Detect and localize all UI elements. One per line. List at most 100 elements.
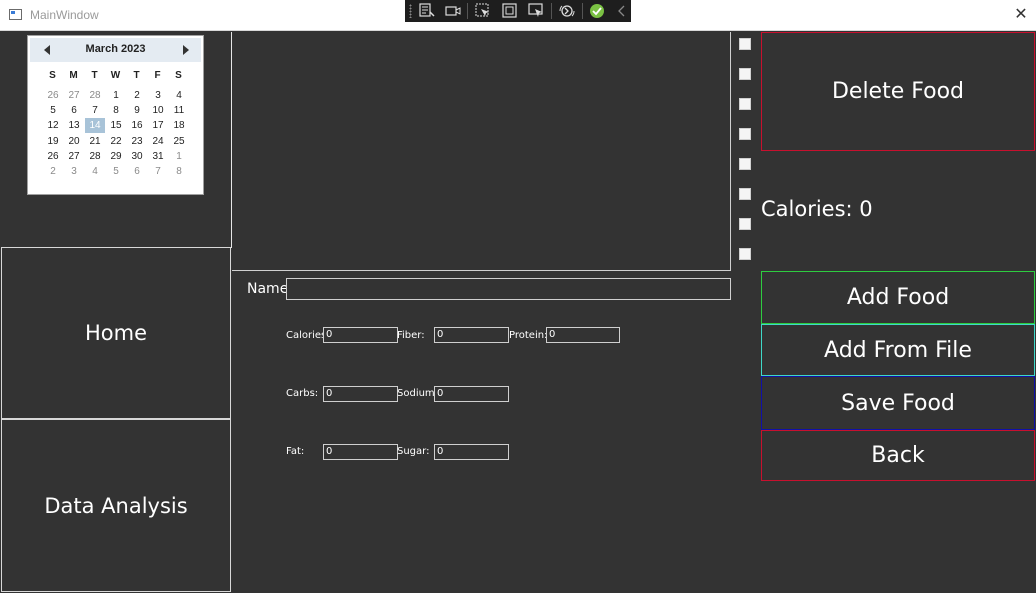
sugar-label: Sugar: [397,446,430,457]
food-checkbox[interactable] [739,38,751,50]
checkmark-icon[interactable] [589,3,605,19]
calendar-day[interactable]: 1 [169,149,189,164]
calendar-day[interactable]: 24 [148,134,168,149]
fat-input[interactable]: 0 [323,444,398,460]
calendar-day-of-week: W [110,70,121,81]
fiber-label: Fiber: [397,330,425,341]
calendar-day[interactable]: 4 [85,164,105,179]
calendar-day[interactable]: 13 [64,118,84,133]
calendar-day[interactable]: 18 [169,118,189,133]
sugar-input[interactable]: 0 [434,444,509,460]
calendar-day[interactable]: 1 [106,88,126,103]
food-checkbox[interactable] [739,218,751,230]
debug-toolbar [405,0,631,22]
food-checkbox[interactable] [739,68,751,80]
calories-input[interactable]: 0 [323,327,398,343]
delete-food-button[interactable]: Delete Food [761,32,1035,151]
food-list[interactable] [232,32,731,271]
calendar-day[interactable]: 3 [64,164,84,179]
calendar-day[interactable]: 28 [85,149,105,164]
calendar-day[interactable]: 21 [85,134,105,149]
sodium-input[interactable]: 0 [434,386,509,402]
calendar-day[interactable]: 17 [148,118,168,133]
calendar-day[interactable]: 2 [43,164,63,179]
name-input[interactable] [286,278,731,300]
fat-label: Fat: [286,446,305,457]
calendar-day[interactable]: 27 [64,149,84,164]
calendar-day[interactable]: 11 [169,103,189,118]
toolbar-grip-icon[interactable] [409,4,412,18]
select-element-icon[interactable] [475,3,491,19]
calendar-day[interactable]: 8 [106,103,126,118]
carbs-input[interactable]: 0 [323,386,398,402]
calendar-day[interactable]: 19 [43,134,63,149]
calendar-day[interactable]: 23 [127,134,147,149]
data-analysis-button[interactable]: Data Analysis [1,419,231,592]
calendar-day-of-week: S [49,70,56,81]
home-button[interactable]: Home [1,247,231,419]
protein-input[interactable]: 0 [546,327,620,343]
window-title: MainWindow [30,8,99,22]
calendar-day[interactable]: 31 [148,149,168,164]
food-checkbox[interactable] [739,98,751,110]
calendar-day-of-week: T [91,70,98,81]
toolbar-separator [467,3,468,19]
video-camera-icon[interactable] [445,3,461,19]
calendar-day[interactable]: 25 [169,134,189,149]
collapse-toolbar-icon[interactable] [614,3,630,19]
display-layout-adorners-icon[interactable] [502,3,518,19]
calendar-day[interactable]: 29 [106,149,126,164]
calendar-day[interactable]: 7 [85,103,105,118]
calendar-day[interactable]: 30 [127,149,147,164]
calendar-day[interactable]: 22 [106,134,126,149]
calendar-day[interactable]: 7 [148,164,168,179]
calendar-day[interactable]: 27 [64,88,84,103]
calendar-header: March 2023 [30,38,201,62]
calendar-day-of-week: F [154,70,161,81]
fiber-input[interactable]: 0 [434,327,509,343]
calendar-day[interactable]: 8 [169,164,189,179]
toolbar-separator [551,3,552,19]
sodium-label: Sodium: [397,388,439,399]
calendar-day[interactable]: 9 [127,103,147,118]
calories-total: Calories: 0 [761,197,873,221]
close-icon[interactable]: ✕ [1010,3,1032,25]
toolbar-separator [582,3,583,19]
calendar-day[interactable]: 10 [148,103,168,118]
food-checkbox[interactable] [739,188,751,200]
live-visual-tree-icon[interactable] [419,3,435,19]
calendar-day[interactable]: 6 [127,164,147,179]
calendar-day-of-week: T [133,70,140,81]
calendar-day[interactable]: 26 [43,149,63,164]
calendar-month-label[interactable]: March 2023 [30,43,201,55]
window-icon [9,9,22,20]
calendar-day[interactable]: 6 [64,103,84,118]
calendar-day[interactable]: 3 [148,88,168,103]
calendar-day[interactable]: 15 [106,118,126,133]
track-focused-element-icon[interactable] [528,3,544,19]
food-checkbox[interactable] [739,248,751,260]
calendar-day-of-week: S [175,70,182,81]
food-checkbox[interactable] [739,158,751,170]
calendar-day[interactable]: 2 [127,88,147,103]
calendar-day[interactable]: 5 [43,103,63,118]
calendar-day[interactable]: 14 [85,118,105,134]
calendar-day[interactable]: 16 [127,118,147,133]
food-checkbox[interactable] [739,128,751,140]
calendar-day-of-week: M [69,70,78,81]
calendar-day[interactable]: 4 [169,88,189,103]
calendar-day[interactable]: 20 [64,134,84,149]
add-from-file-button[interactable]: Add From File [761,324,1035,376]
calendar[interactable]: March 2023 S M T W T F S 26 27 28 1 2 3 4 5 6 7 8 9 10 11 12 1… [27,35,204,195]
next-month-icon[interactable] [183,45,189,55]
calendar-day[interactable]: 5 [106,164,126,179]
carbs-label: Carbs: [286,388,319,399]
save-food-button[interactable]: Save Food [761,376,1035,430]
calendar-day[interactable]: 26 [43,88,63,103]
calendar-day[interactable]: 28 [85,88,105,103]
protein-label: Protein: [509,330,548,341]
back-button[interactable]: Back [761,430,1035,481]
add-food-button[interactable]: Add Food [761,271,1035,324]
calendar-day[interactable]: 12 [43,118,63,133]
hot-reload-icon[interactable] [559,3,575,19]
